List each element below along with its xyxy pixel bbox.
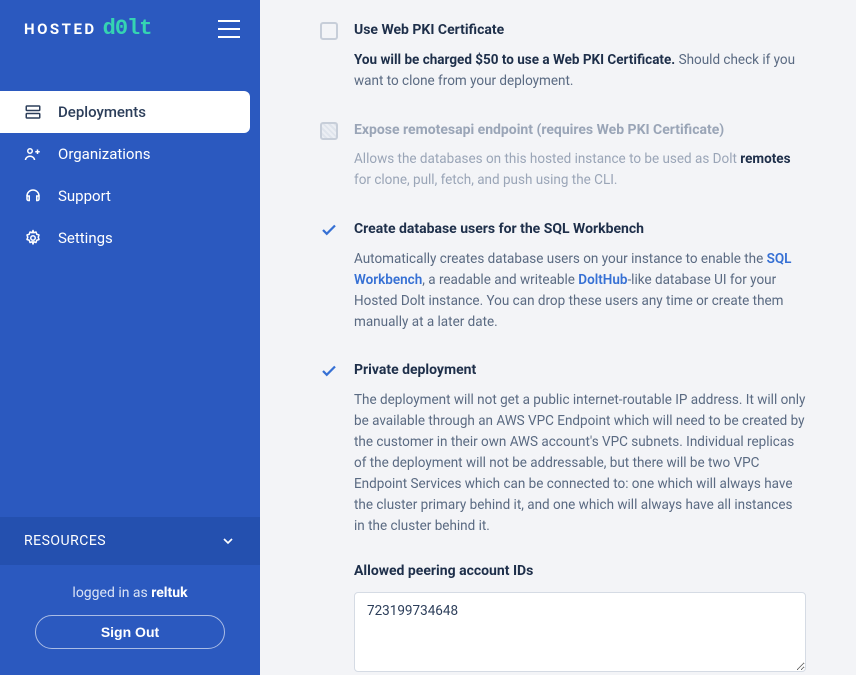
hamburger-menu-icon[interactable] <box>218 20 240 38</box>
resources-toggle[interactable]: RESOURCES <box>0 517 260 565</box>
sidebar-header: HOSTED d0lt <box>0 0 260 61</box>
resources-label: RESOURCES <box>24 533 106 549</box>
brand-dolt-text: d0lt <box>103 16 152 41</box>
option-dbusers: Create database users for the SQL Workbe… <box>320 219 806 332</box>
chevron-down-icon <box>220 533 236 549</box>
logged-in-user: reltuk <box>151 585 187 601</box>
remotesapi-desc: Allows the databases on this hosted inst… <box>354 149 806 191</box>
brand-logo[interactable]: HOSTED d0lt <box>24 16 151 41</box>
support-icon <box>24 187 42 205</box>
settings-icon <box>24 229 42 247</box>
dbusers-title: Create database users for the SQL Workbe… <box>354 219 806 241</box>
webpki-checkbox[interactable] <box>320 22 338 40</box>
sidebar-item-organizations[interactable]: Organizations <box>0 133 260 175</box>
sidebar-footer: logged in as reltuk Sign Out <box>0 565 260 675</box>
sidebar-item-label: Organizations <box>58 145 151 163</box>
dbusers-desc: Automatically creates database users on … <box>354 249 806 333</box>
sidebar-item-label: Deployments <box>58 103 146 121</box>
organizations-icon <box>24 145 42 163</box>
private-desc: The deployment will not get a public int… <box>354 390 806 536</box>
sidebar-item-settings[interactable]: Settings <box>0 217 260 259</box>
brand-hosted-text: HOSTED <box>24 20 97 38</box>
option-webpki: Use Web PKI Certificate You will be char… <box>320 20 806 92</box>
sidebar-item-deployments[interactable]: Deployments <box>0 91 250 133</box>
logged-in-text: logged in as reltuk <box>24 585 236 601</box>
remotesapi-checkbox <box>320 122 338 140</box>
sidebar-item-label: Settings <box>58 229 113 247</box>
sidebar: HOSTED d0lt Deployments <box>0 0 260 675</box>
deployments-icon <box>24 103 42 121</box>
sidebar-item-label: Support <box>58 187 111 205</box>
dolthub-link[interactable]: DoltHub <box>578 272 627 288</box>
option-remotesapi: Expose remotesapi endpoint (requires Web… <box>320 120 806 192</box>
signout-button[interactable]: Sign Out <box>35 615 225 649</box>
dbusers-checkbox[interactable] <box>320 221 338 239</box>
private-title: Private deployment <box>354 360 806 382</box>
remotesapi-title: Expose remotesapi endpoint (requires Web… <box>354 120 806 142</box>
sidebar-nav: Deployments Organizations <box>0 91 260 259</box>
peering-label: Allowed peering account IDs <box>354 561 806 583</box>
peering-account-ids-input[interactable] <box>354 592 806 672</box>
webpki-title: Use Web PKI Certificate <box>354 20 806 42</box>
sidebar-item-support[interactable]: Support <box>0 175 260 217</box>
webpki-desc: You will be charged $50 to use a Web PKI… <box>354 50 806 92</box>
option-private: Private deployment The deployment will n… <box>320 360 806 675</box>
private-checkbox[interactable] <box>320 362 338 380</box>
main-content: Use Web PKI Certificate You will be char… <box>260 0 856 675</box>
